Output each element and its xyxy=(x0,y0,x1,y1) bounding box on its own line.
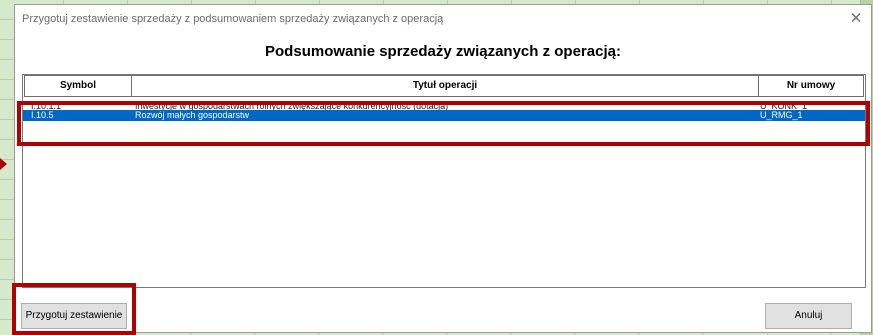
column-header-title[interactable]: Tytuł operacji xyxy=(131,75,759,97)
cell-symbol: I.10.5 xyxy=(31,110,54,120)
summary-dialog: Przygotuj zestawienie sprzedaży z podsum… xyxy=(14,4,872,333)
page-title: Podsumowanie sprzedaży związanych z oper… xyxy=(265,43,621,60)
cell-contract: U_RMG_1 xyxy=(760,110,803,120)
column-header-symbol[interactable]: Symbol xyxy=(24,75,132,97)
cell-title: Rozwój małych gospodarstw xyxy=(135,110,250,120)
column-header-contract[interactable]: Nr umowy xyxy=(758,75,864,97)
prepare-report-button[interactable]: Przygotuj zestawienie xyxy=(21,303,127,329)
dialog-title: Przygotuj zestawienie sprzedaży z podsum… xyxy=(22,13,444,25)
annotation-arrow-icon xyxy=(0,158,7,170)
close-icon[interactable]: ✕ xyxy=(847,10,865,28)
dialog-titlebar: Przygotuj zestawienie sprzedaży z podsum… xyxy=(15,5,871,35)
table-row-selected[interactable]: I.10.5 Rozwój małych gospodarstw U_RMG_1 xyxy=(23,110,865,121)
operations-table[interactable]: Symbol Tytuł operacji Nr umowy I.10.1.1 … xyxy=(22,74,866,288)
cancel-button[interactable]: Anuluj xyxy=(765,303,852,329)
